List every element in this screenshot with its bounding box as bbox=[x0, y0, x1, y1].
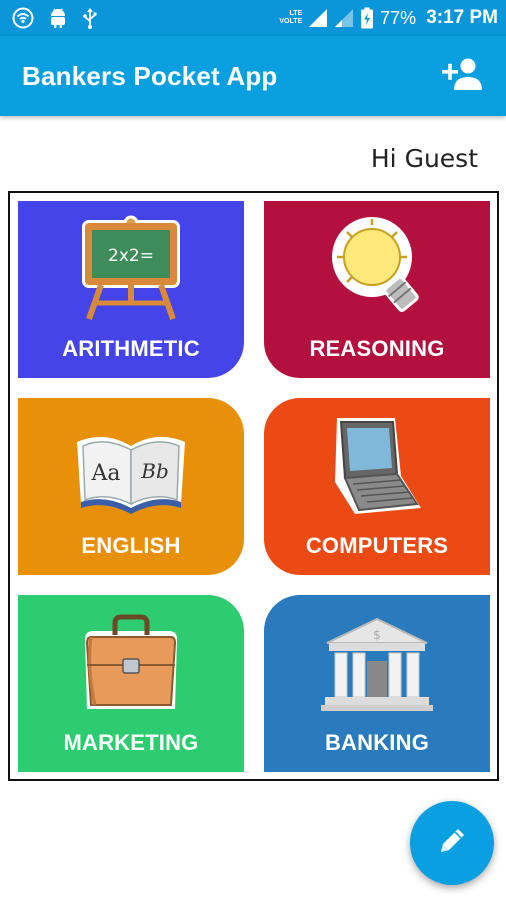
briefcase-icon bbox=[71, 609, 191, 719]
tile-english[interactable]: Aa Bb ENGLISH bbox=[18, 398, 244, 575]
android-icon bbox=[48, 7, 68, 29]
app-title: Bankers Pocket App bbox=[22, 60, 278, 91]
pencil-icon bbox=[435, 824, 469, 863]
book-left-text: Aa bbox=[90, 461, 120, 486]
tile-arithmetic[interactable]: 2x2= ARITHMETIC bbox=[18, 201, 244, 378]
lightbulb-icon bbox=[317, 215, 437, 325]
tile-marketing[interactable]: MARKETING bbox=[18, 595, 244, 772]
tile-computers-label: COMPUTERS bbox=[305, 533, 449, 558]
battery-charging-icon bbox=[360, 7, 374, 29]
signal-weak-icon bbox=[334, 8, 354, 28]
bank-sign: $ bbox=[373, 628, 381, 642]
laptop-icon bbox=[317, 412, 437, 522]
app-bar: Bankers Pocket App bbox=[0, 36, 506, 116]
battery-percent: 77% bbox=[380, 7, 417, 28]
volte-label: VOLTE bbox=[279, 18, 303, 25]
edit-fab-button[interactable] bbox=[410, 801, 494, 885]
book-icon: Aa Bb bbox=[71, 412, 191, 522]
tile-reasoning[interactable]: REASONING bbox=[264, 201, 490, 378]
network-type-label: LTE VOLTE bbox=[279, 10, 302, 26]
chalkboard-text: 2x2= bbox=[108, 246, 154, 266]
tile-computers[interactable]: COMPUTERS bbox=[264, 398, 490, 575]
usb-icon bbox=[82, 7, 98, 29]
clock: 3:17 PM bbox=[426, 7, 498, 28]
add-user-button[interactable] bbox=[438, 54, 486, 98]
tile-arithmetic-label: ARITHMETIC bbox=[62, 336, 200, 361]
tile-banking-label: BANKING bbox=[324, 730, 430, 755]
tile-marketing-label: MARKETING bbox=[63, 730, 199, 755]
subject-grid: 2x2= ARITHMETIC REASONING Aa Bb ENGLISH … bbox=[8, 191, 499, 781]
signal-icon bbox=[308, 8, 328, 28]
chalkboard-icon: 2x2= bbox=[71, 215, 191, 325]
tile-banking[interactable]: $ BANKING bbox=[264, 595, 490, 772]
lte-label: LTE bbox=[289, 10, 303, 17]
bank-building-icon: $ bbox=[317, 609, 437, 719]
tile-english-label: ENGLISH bbox=[81, 533, 181, 558]
tile-reasoning-label: REASONING bbox=[309, 336, 445, 361]
status-bar: LTE VOLTE 77% 3:17 PM bbox=[0, 0, 506, 36]
add-user-icon bbox=[440, 57, 484, 96]
wifi-hotspot-icon bbox=[12, 7, 34, 29]
greeting-text: Hi Guest bbox=[370, 144, 478, 173]
book-right-text: Bb bbox=[140, 459, 169, 483]
